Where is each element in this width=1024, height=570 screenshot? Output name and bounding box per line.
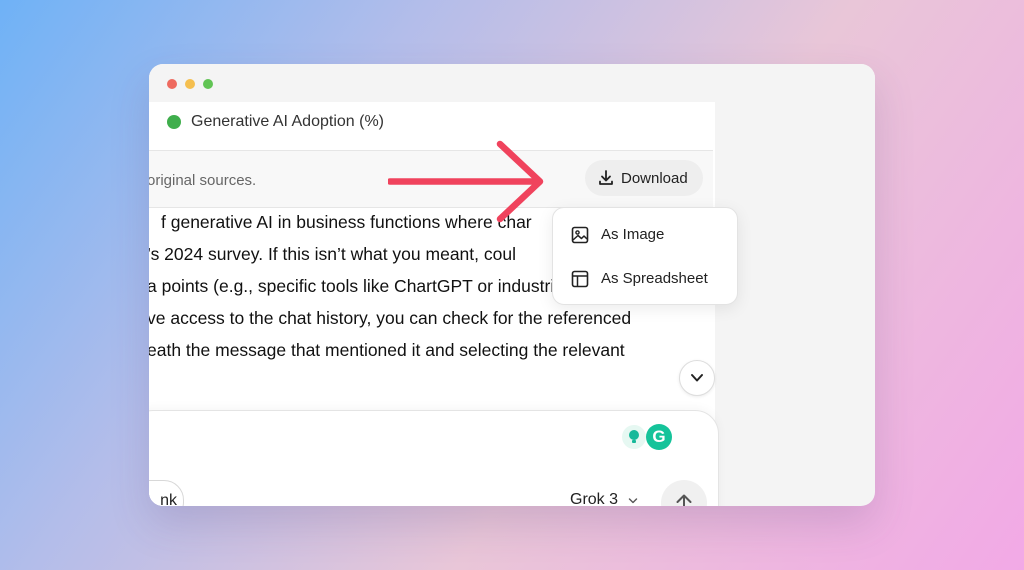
grammarly-letter: G — [652, 427, 666, 446]
download-label: Download — [621, 170, 688, 187]
zoom-window-button[interactable] — [203, 79, 213, 89]
chevron-down-icon — [628, 498, 638, 504]
legend-label: Generative AI Adoption (%) — [191, 113, 384, 130]
title-bar — [149, 64, 875, 102]
legend-swatch — [167, 115, 181, 129]
download-button[interactable]: Download — [585, 160, 703, 196]
menu-label: As Spreadsheet — [601, 270, 708, 287]
table-icon — [571, 270, 589, 288]
chevron-down-icon — [691, 374, 703, 382]
think-button[interactable]: nk — [149, 480, 184, 506]
annotation-arrow — [388, 140, 544, 223]
think-label: nk — [160, 492, 177, 506]
menu-label: As Image — [601, 226, 665, 243]
lightbulb-icon[interactable] — [622, 425, 646, 449]
download-icon — [599, 170, 613, 185]
sources-note: original sources. — [149, 172, 257, 189]
menu-item-as-image[interactable]: As Image — [553, 212, 737, 256]
message-line: ve access to the chat history, you can c… — [149, 308, 632, 328]
app-window: Generative AI Adoption (%) original sour… — [149, 64, 875, 506]
model-label: Grok 3 — [570, 491, 619, 506]
model-selector[interactable]: Grok 3 — [570, 491, 644, 506]
arrow-up-icon — [676, 494, 692, 506]
message-line: eath the message that mentioned it and s… — [149, 340, 625, 360]
scroll-to-bottom-button[interactable] — [679, 360, 715, 396]
menu-item-as-spreadsheet[interactable]: As Spreadsheet — [553, 256, 737, 300]
minimize-window-button[interactable] — [185, 79, 195, 89]
send-button[interactable] — [661, 480, 707, 506]
close-window-button[interactable] — [167, 79, 177, 89]
message-line: ’s 2024 survey. If this isn’t what you m… — [149, 244, 516, 264]
extension-icons: G — [622, 424, 672, 452]
download-menu: As Image As Spreadsheet — [552, 207, 738, 305]
message-composer[interactable]: G nk Grok 3 — [149, 410, 719, 506]
image-icon — [571, 226, 589, 244]
grammarly-icon[interactable]: G — [646, 424, 672, 450]
